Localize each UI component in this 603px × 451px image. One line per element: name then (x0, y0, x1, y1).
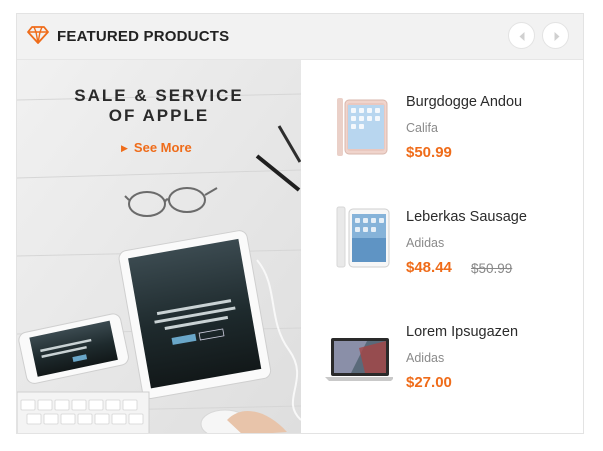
macbook-product-image[interactable] (315, 322, 393, 392)
product-item[interactable]: Lorem Ipsugazen Adidas $27.00 (301, 310, 583, 410)
prev-button[interactable] (508, 22, 535, 49)
banner-title-line1: SALE & SERVICE (74, 86, 244, 105)
banner-title-line2: OF APPLE (108, 106, 210, 125)
product-price: $48.44 (406, 259, 452, 276)
product-brand: Adidas (406, 351, 445, 365)
widget-header: FEATURED PRODUCTS (17, 14, 583, 60)
iphone-product-image[interactable] (315, 90, 393, 160)
ipad-product-image[interactable] (315, 203, 393, 273)
caret-right-icon: ▶ (121, 143, 128, 153)
promo-banner[interactable]: SALE & SERVICE OF APPLE ▶ See More (17, 60, 301, 433)
caret-right-icon (554, 32, 560, 41)
product-list: Burgdogge Andou Califa $50.99 Leberkas S… (301, 60, 583, 433)
banner-title: SALE & SERVICE OF APPLE (17, 86, 301, 126)
product-name[interactable]: Burgdogge Andou (406, 94, 522, 110)
product-item[interactable]: Leberkas Sausage Adidas $48.44 $50.99 (301, 195, 583, 295)
product-brand: Califa (406, 121, 438, 135)
product-name[interactable]: Lorem Ipsugazen (406, 324, 518, 340)
diamond-icon (27, 26, 49, 44)
caret-left-icon (519, 32, 525, 41)
see-more-link[interactable]: ▶ See More (121, 140, 192, 155)
see-more-label: See More (133, 140, 192, 155)
product-name[interactable]: Leberkas Sausage (406, 209, 527, 225)
section-title: FEATURED PRODUCTS (57, 28, 230, 45)
product-price: $50.99 (406, 144, 452, 161)
product-old-price: $50.99 (471, 261, 513, 276)
product-item[interactable]: Burgdogge Andou Califa $50.99 (301, 80, 583, 180)
next-button[interactable] (542, 22, 569, 49)
product-price: $27.00 (406, 374, 452, 391)
product-brand: Adidas (406, 236, 445, 250)
featured-products-widget: FEATURED PRODUCTS SALE & SERVICE OF APPL… (16, 13, 584, 434)
